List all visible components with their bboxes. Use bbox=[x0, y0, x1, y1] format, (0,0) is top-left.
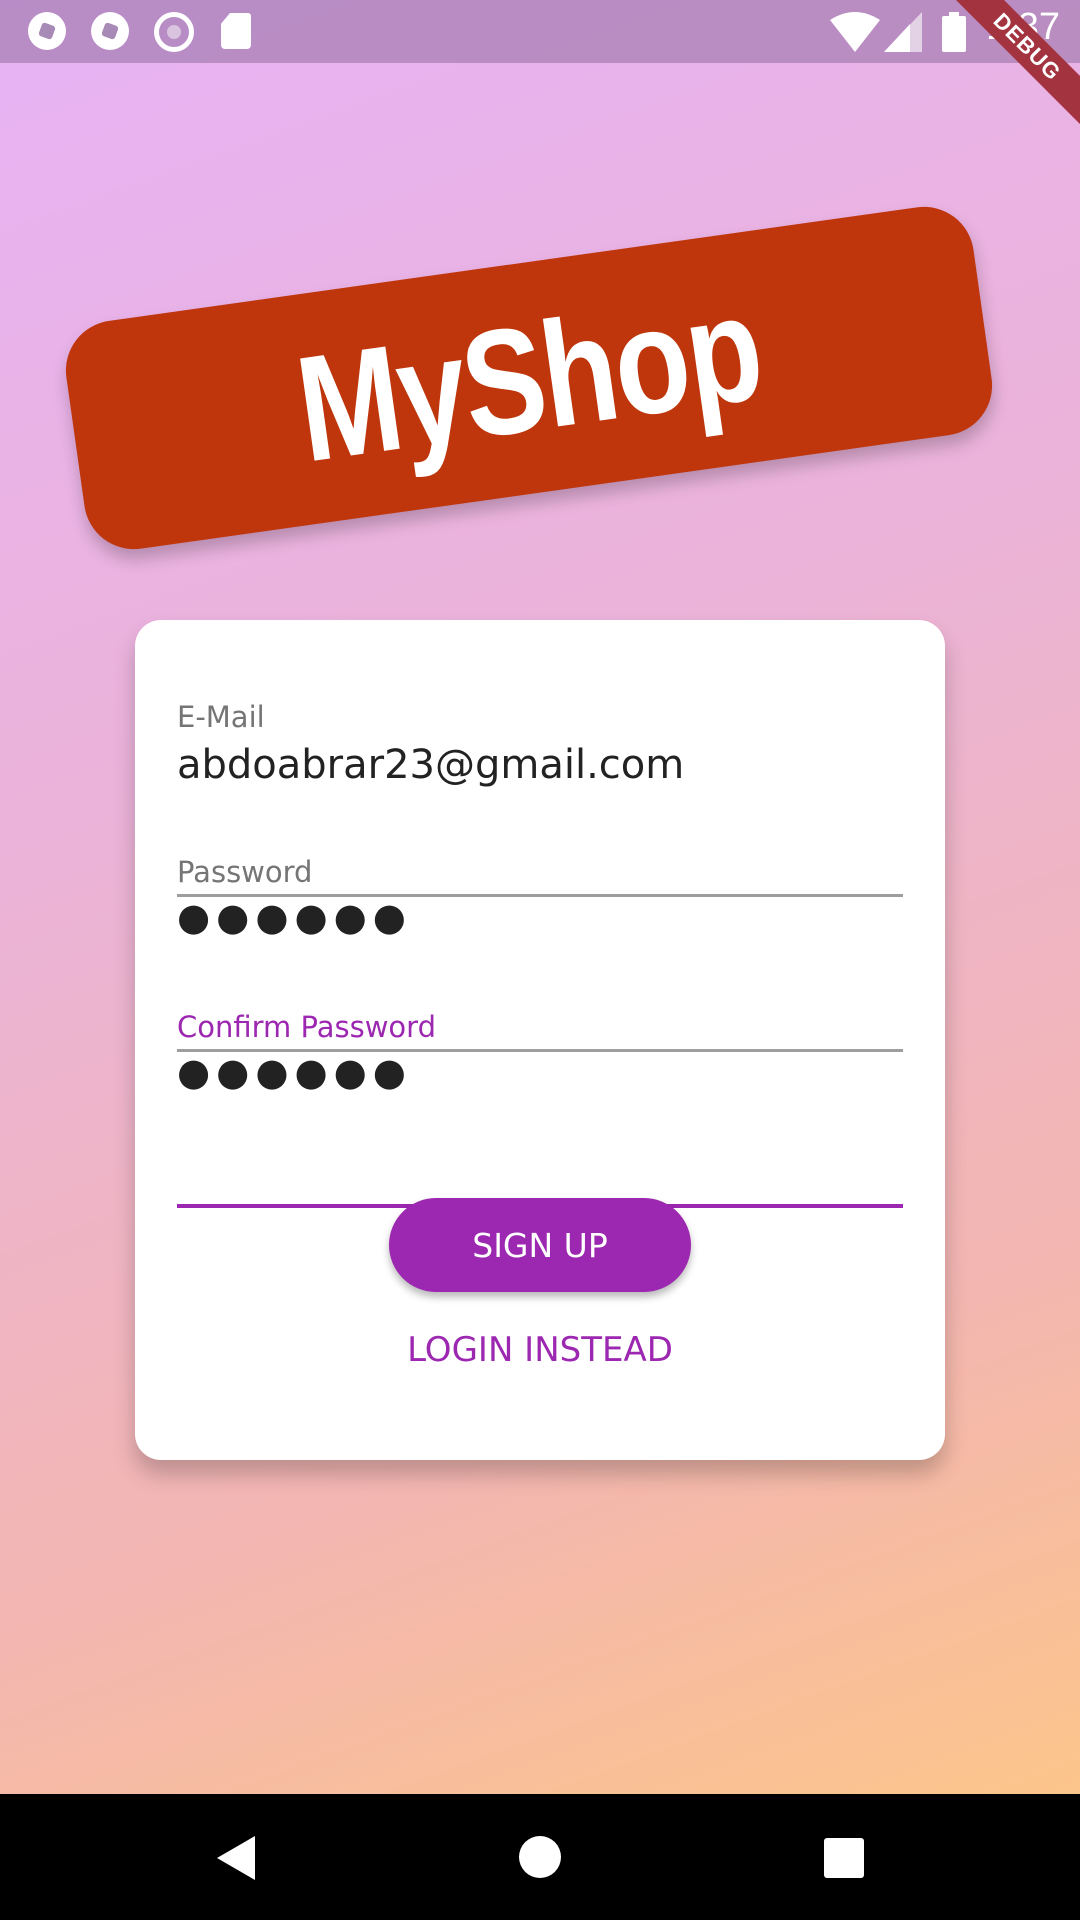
password-label: Password bbox=[177, 855, 313, 889]
home-icon[interactable] bbox=[519, 1836, 561, 1878]
status-bar: 1:37 DEBUG bbox=[0, 0, 1080, 127]
confirm-password-field[interactable]: Confirm Password ●●●●●● bbox=[177, 1010, 903, 1208]
password-field[interactable]: Password ●●●●●● bbox=[177, 855, 903, 1052]
soccer-ball-icon bbox=[28, 12, 66, 50]
battery-icon bbox=[942, 12, 966, 52]
navigation-bar bbox=[0, 1794, 1080, 1920]
confirm-password-label: Confirm Password bbox=[177, 1010, 436, 1044]
soccer-ball-icon bbox=[91, 12, 129, 50]
confirm-password-value[interactable]: ●●●●●● bbox=[177, 1050, 412, 1094]
email-value[interactable]: abdoabrar23@gmail.com bbox=[177, 742, 684, 788]
password-value[interactable]: ●●●●●● bbox=[177, 895, 412, 939]
recent-apps-icon[interactable] bbox=[824, 1838, 864, 1878]
email-label: E-Mail bbox=[177, 700, 265, 734]
auth-card: E-Mail abdoabrar23@gmail.com Password ●●… bbox=[135, 620, 945, 1460]
sd-card-icon bbox=[221, 13, 251, 49]
logo-text: MyShop bbox=[287, 262, 771, 493]
email-field[interactable]: E-Mail abdoabrar23@gmail.com bbox=[177, 700, 903, 897]
radio-circle-icon bbox=[154, 12, 194, 52]
signup-button[interactable]: SIGN UP bbox=[389, 1198, 691, 1292]
login-instead-button[interactable]: LOGIN INSTEAD bbox=[135, 1330, 945, 1370]
signal-icon bbox=[884, 12, 922, 52]
wifi-icon bbox=[830, 12, 880, 52]
back-icon[interactable] bbox=[217, 1836, 255, 1880]
